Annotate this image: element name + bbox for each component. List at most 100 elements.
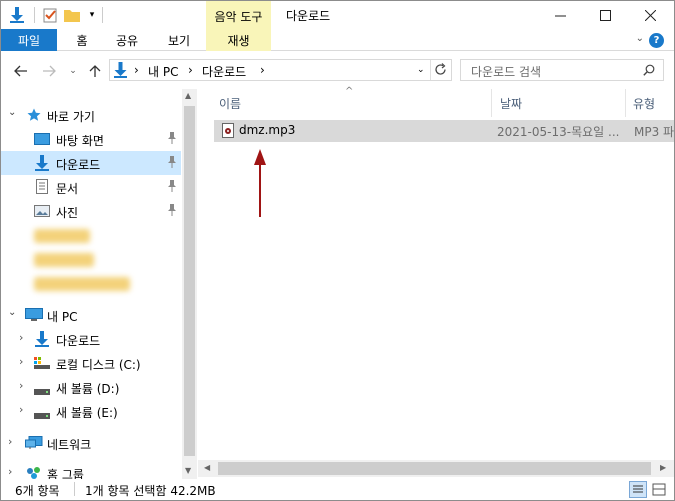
nav-pc-downloads[interactable]: › 다운로드 [1, 327, 181, 351]
recent-locations-icon[interactable]: ⌄ [63, 61, 83, 81]
nav-item-desktop[interactable]: 바탕 화면 [1, 127, 181, 151]
search-box[interactable]: 다운로드 검색 [460, 59, 664, 81]
nav-volume-d[interactable]: › 새 볼륨 (D:) [1, 375, 181, 399]
pin-icon[interactable] [167, 156, 177, 168]
drive-icon [34, 384, 50, 398]
nav-local-disk-c[interactable]: › 로컬 디스크 (C:) [1, 351, 181, 375]
column-divider[interactable] [491, 89, 492, 117]
refresh-icon[interactable] [434, 63, 447, 79]
large-icons-view-icon[interactable] [651, 482, 667, 497]
download-icon [35, 331, 49, 350]
mp3-file-icon [222, 123, 234, 141]
tab-file[interactable]: 파일 [1, 29, 57, 51]
new-folder-icon[interactable] [63, 5, 81, 25]
column-header-name[interactable]: 이름 [219, 95, 241, 112]
minimize-button[interactable] [538, 1, 583, 29]
scroll-left-icon[interactable]: ◀ [204, 463, 210, 472]
nav-label: 새 볼륨 (E:) [56, 406, 118, 420]
computer-icon [25, 308, 43, 325]
download-location-icon [114, 62, 127, 81]
blurred-folder-item [34, 277, 130, 291]
tab-home[interactable]: 홈 [67, 29, 97, 51]
breadcrumb-separator-icon[interactable]: › [134, 63, 139, 77]
annotation-arrow-icon [254, 149, 266, 217]
nav-volume-e[interactable]: › 새 볼륨 (E:) [1, 399, 181, 423]
expand-chevron-icon[interactable]: › [8, 465, 12, 478]
expand-chevron-icon[interactable]: › [19, 355, 23, 368]
horizontal-scrollbar-thumb[interactable] [218, 462, 651, 475]
document-icon [36, 179, 48, 197]
download-folder-icon [7, 5, 27, 25]
nav-homegroup[interactable]: › 홈 그룹 [1, 461, 181, 479]
expand-chevron-icon[interactable]: › [8, 435, 12, 448]
address-history-dropdown-icon[interactable]: ⌄ [417, 65, 425, 75]
nav-label: 내 PC [47, 310, 78, 324]
forward-arrow-icon[interactable] [39, 61, 59, 81]
breadcrumb-this-pc[interactable]: 내 PC [148, 63, 178, 80]
address-bar[interactable]: › 내 PC › 다운로드 › ⌄ [109, 59, 452, 81]
system-drive-icon [34, 357, 50, 372]
table-row[interactable]: dmz.mp3 2021-05-13-목요일 ... MP3 파 [214, 120, 674, 142]
close-button[interactable] [628, 1, 673, 29]
file-date: 2021-05-13-목요일 ... [497, 125, 620, 139]
star-icon [27, 108, 41, 125]
column-header-date[interactable]: 날짜 [500, 95, 522, 112]
search-icon[interactable] [643, 64, 655, 79]
nav-quick-access[interactable]: ⌄ 바로 가기 [1, 103, 181, 127]
collapse-chevron-icon[interactable]: ⌄ [8, 307, 16, 318]
status-divider [74, 482, 75, 496]
column-divider[interactable] [625, 89, 626, 117]
title-bar: ▾ 음악 도구 다운로드 [1, 1, 674, 29]
nav-this-pc[interactable]: ⌄ 내 PC [1, 303, 181, 327]
file-name: dmz.mp3 [239, 123, 296, 137]
nav-label: 다운로드 [56, 334, 101, 348]
network-icon [25, 436, 43, 453]
scroll-right-icon[interactable]: ▶ [660, 463, 666, 472]
details-view-icon[interactable] [629, 481, 647, 498]
breadcrumb-separator-icon[interactable]: › [188, 63, 193, 77]
scroll-down-icon[interactable]: ▼ [185, 466, 191, 475]
pin-icon[interactable] [167, 180, 177, 192]
expand-chevron-icon[interactable]: › [19, 379, 23, 392]
tab-view[interactable]: 보기 [161, 29, 197, 51]
explorer-window: ▾ 음악 도구 다운로드 파일 홈 공유 보기 재생 ⌄ ? ⌄ › 내 PC … [0, 0, 675, 501]
nav-label: 사진 [56, 206, 79, 220]
nav-network[interactable]: › 네트워크 [1, 431, 181, 455]
breadcrumb-downloads[interactable]: 다운로드 [202, 63, 246, 80]
tab-play[interactable]: 재생 [206, 29, 271, 51]
pin-icon[interactable] [167, 132, 177, 144]
nav-label: 네트워크 [47, 438, 92, 452]
nav-item-downloads[interactable]: 다운로드 [1, 151, 181, 175]
maximize-button[interactable] [583, 1, 628, 29]
nav-label: 새 볼륨 (D:) [56, 382, 120, 396]
nav-scrollbar-thumb[interactable] [184, 106, 195, 456]
expand-chevron-icon[interactable]: › [19, 331, 23, 344]
collapse-chevron-icon[interactable]: ⌄ [8, 107, 16, 118]
scroll-up-icon[interactable]: ▲ [185, 91, 191, 100]
nav-label: 로컬 디스크 (C:) [56, 358, 141, 372]
music-tools-context-label: 음악 도구 [206, 1, 271, 29]
selection-info: 1개 항목 선택함 42.2MB [85, 484, 216, 498]
expand-ribbon-icon[interactable]: ⌄ [636, 33, 644, 44]
column-header-type[interactable]: 유형 [633, 95, 655, 112]
up-arrow-icon[interactable] [85, 61, 105, 81]
help-icon[interactable]: ? [649, 33, 664, 48]
address-divider [430, 60, 431, 80]
nav-item-documents[interactable]: 문서 [1, 175, 181, 199]
pin-icon[interactable] [167, 204, 177, 216]
nav-label: 문서 [56, 182, 79, 196]
item-count: 6개 항목 [15, 484, 60, 498]
drive-icon [34, 408, 50, 422]
back-arrow-icon[interactable] [11, 61, 31, 81]
expand-chevron-icon[interactable]: › [19, 403, 23, 416]
quick-access-dropdown-icon[interactable]: ▾ [85, 5, 99, 25]
nav-item-pictures[interactable]: 사진 [1, 199, 181, 223]
download-icon [35, 155, 49, 174]
properties-icon[interactable] [41, 5, 59, 25]
breadcrumb-separator-icon[interactable]: › [260, 63, 265, 77]
status-bar: 6개 항목 1개 항목 선택함 42.2MB [1, 479, 674, 500]
window-title: 다운로드 [286, 9, 331, 23]
toolbar-divider [34, 7, 35, 23]
tab-share[interactable]: 공유 [109, 29, 145, 51]
pictures-icon [34, 205, 50, 220]
